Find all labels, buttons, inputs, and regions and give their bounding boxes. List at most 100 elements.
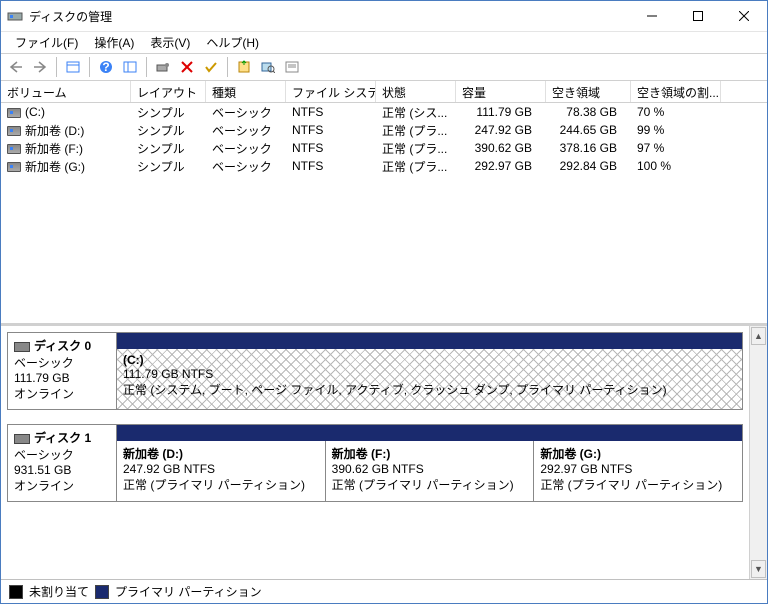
window-title: ディスクの管理 bbox=[29, 8, 629, 25]
partition-sub: 111.79 GB NTFS bbox=[123, 367, 213, 381]
partition-sub: 292.97 GB NTFS bbox=[540, 462, 632, 476]
volume-freepct: 99 % bbox=[631, 122, 721, 138]
minimize-button[interactable] bbox=[629, 1, 675, 31]
partition-title: 新加卷 (F:) bbox=[332, 447, 391, 461]
volume-name: 新加卷 (G:) bbox=[25, 160, 85, 174]
col-volume[interactable]: ボリューム bbox=[1, 81, 131, 102]
volume-list-header: ボリューム レイアウト 種類 ファイル システム 状態 容量 空き領域 空き領域… bbox=[1, 81, 767, 103]
volume-capacity: 292.97 GB bbox=[456, 158, 546, 174]
volume-name: 新加卷 (D:) bbox=[25, 124, 84, 138]
menu-file[interactable]: ファイル(F) bbox=[7, 32, 86, 53]
partition-title: 新加卷 (D:) bbox=[123, 447, 183, 461]
partition-row: 新加卷 (D:)247.92 GB NTFS正常 (プライマリ パーティション)… bbox=[117, 441, 742, 501]
volume-type: ベーシック bbox=[206, 103, 286, 122]
properties-button[interactable] bbox=[281, 56, 303, 78]
volume-freepct: 97 % bbox=[631, 140, 721, 156]
menu-view[interactable]: 表示(V) bbox=[142, 32, 198, 53]
vertical-scrollbar[interactable]: ▲ ▼ bbox=[749, 326, 767, 579]
volume-free: 292.84 GB bbox=[546, 158, 631, 174]
rescan-button[interactable] bbox=[257, 56, 279, 78]
partition[interactable]: 新加卷 (F:)390.62 GB NTFS 正常 (プライマリ パーティション) bbox=[326, 441, 535, 501]
volume-capacity: 390.62 GB bbox=[456, 140, 546, 156]
partition-desc: 正常 (プライマリ パーティション) bbox=[332, 478, 514, 492]
legend-label-primary: プライマリ パーティション bbox=[115, 583, 262, 600]
disk-management-window: ディスクの管理 ファイル(F) 操作(A) 表示(V) ヘルプ(H) ? bbox=[0, 0, 768, 604]
volume-fs: NTFS bbox=[286, 158, 376, 174]
menu-action[interactable]: 操作(A) bbox=[86, 32, 142, 53]
settings-button[interactable] bbox=[152, 56, 174, 78]
menubar: ファイル(F) 操作(A) 表示(V) ヘルプ(H) bbox=[1, 31, 767, 53]
volume-status: 正常 (シス... bbox=[376, 103, 456, 122]
disk-graphical-pane: ディスク 0ベーシック111.79 GBオンライン(C:)111.79 GB N… bbox=[1, 326, 767, 579]
disk-info[interactable]: ディスク 0ベーシック111.79 GBオンライン bbox=[7, 332, 117, 410]
col-fs[interactable]: ファイル システム bbox=[286, 81, 376, 102]
scroll-thumb[interactable] bbox=[750, 346, 767, 559]
volume-type: ベーシック bbox=[206, 139, 286, 158]
col-freepct[interactable]: 空き領域の割... bbox=[631, 81, 721, 102]
delete-button[interactable] bbox=[176, 56, 198, 78]
col-type[interactable]: 種類 bbox=[206, 81, 286, 102]
volume-name: (C:) bbox=[25, 105, 45, 119]
volume-type: ベーシック bbox=[206, 121, 286, 140]
forward-button[interactable] bbox=[29, 56, 51, 78]
menu-help[interactable]: ヘルプ(H) bbox=[198, 32, 267, 53]
partition-sub: 390.62 GB NTFS bbox=[332, 462, 424, 476]
disk-scroll[interactable]: ディスク 0ベーシック111.79 GBオンライン(C:)111.79 GB N… bbox=[1, 326, 749, 579]
partition[interactable]: 新加卷 (G:)292.97 GB NTFS正常 (プライマリ パーティション) bbox=[534, 441, 742, 501]
volume-free: 244.65 GB bbox=[546, 122, 631, 138]
toolbar: ? bbox=[1, 53, 767, 81]
close-button[interactable] bbox=[721, 1, 767, 31]
scroll-down-button[interactable]: ▼ bbox=[751, 560, 766, 578]
partition-title: 新加卷 (G:) bbox=[540, 447, 601, 461]
partition-container: (C:)111.79 GB NTFS正常 (システム, ブート, ページ ファイ… bbox=[117, 332, 743, 410]
disk-size: 931.51 GB bbox=[14, 463, 110, 477]
volume-status: 正常 (プラ... bbox=[376, 121, 456, 140]
volume-type: ベーシック bbox=[206, 157, 286, 176]
back-button[interactable] bbox=[5, 56, 27, 78]
maximize-button[interactable] bbox=[675, 1, 721, 31]
volume-icon bbox=[7, 144, 21, 154]
disk-row: ディスク 1ベーシック931.51 GBオンライン新加卷 (D:)247.92 … bbox=[7, 424, 743, 502]
volume-freepct: 100 % bbox=[631, 158, 721, 174]
scroll-up-button[interactable]: ▲ bbox=[751, 327, 766, 345]
partition-header-bar bbox=[117, 425, 742, 441]
col-free[interactable]: 空き領域 bbox=[546, 81, 631, 102]
volume-list-body[interactable]: (C:)シンプルベーシックNTFS正常 (シス...111.79 GB78.38… bbox=[1, 103, 767, 175]
volume-layout: シンプル bbox=[131, 103, 206, 122]
disk-icon bbox=[14, 434, 30, 444]
volume-freepct: 70 % bbox=[631, 104, 721, 120]
volume-row[interactable]: 新加卷 (G:)シンプルベーシックNTFS正常 (プラ...292.97 GB2… bbox=[1, 157, 767, 175]
apply-button[interactable] bbox=[200, 56, 222, 78]
volume-row[interactable]: (C:)シンプルベーシックNTFS正常 (シス...111.79 GB78.38… bbox=[1, 103, 767, 121]
disk-label: ディスク 0 bbox=[34, 339, 91, 353]
view-graphical-button[interactable] bbox=[119, 56, 141, 78]
refresh-button[interactable] bbox=[233, 56, 255, 78]
volume-capacity: 247.92 GB bbox=[456, 122, 546, 138]
volume-row[interactable]: 新加卷 (D:)シンプルベーシックNTFS正常 (プラ...247.92 GB2… bbox=[1, 121, 767, 139]
titlebar[interactable]: ディスクの管理 bbox=[1, 1, 767, 31]
content-area: ボリューム レイアウト 種類 ファイル システム 状態 容量 空き領域 空き領域… bbox=[1, 81, 767, 603]
volume-icon bbox=[7, 162, 21, 172]
legend-label-unallocated: 未割り当て bbox=[29, 583, 89, 600]
disk-icon bbox=[14, 342, 30, 352]
legend: 未割り当て プライマリ パーティション bbox=[1, 579, 767, 603]
volume-fs: NTFS bbox=[286, 140, 376, 156]
view-list-button[interactable] bbox=[62, 56, 84, 78]
disk-type: ベーシック bbox=[14, 446, 110, 463]
partition-row: (C:)111.79 GB NTFS正常 (システム, ブート, ページ ファイ… bbox=[117, 349, 742, 409]
col-layout[interactable]: レイアウト bbox=[131, 81, 206, 102]
disk-state: オンライン bbox=[14, 385, 110, 402]
disk-row: ディスク 0ベーシック111.79 GBオンライン(C:)111.79 GB N… bbox=[7, 332, 743, 410]
partition[interactable]: 新加卷 (D:)247.92 GB NTFS正常 (プライマリ パーティション) bbox=[117, 441, 326, 501]
volume-status: 正常 (プラ... bbox=[376, 139, 456, 158]
col-status[interactable]: 状態 bbox=[376, 81, 456, 102]
legend-swatch-unallocated bbox=[9, 585, 23, 599]
volume-status: 正常 (プラ... bbox=[376, 157, 456, 176]
partition[interactable]: (C:)111.79 GB NTFS正常 (システム, ブート, ページ ファイ… bbox=[117, 349, 742, 409]
disk-info[interactable]: ディスク 1ベーシック931.51 GBオンライン bbox=[7, 424, 117, 502]
col-capacity[interactable]: 容量 bbox=[456, 81, 546, 102]
disk-size: 111.79 GB bbox=[14, 371, 110, 385]
help-button[interactable]: ? bbox=[95, 56, 117, 78]
volume-row[interactable]: 新加卷 (F:)シンプルベーシックNTFS正常 (プラ...390.62 GB3… bbox=[1, 139, 767, 157]
partition-header-bar bbox=[117, 333, 742, 349]
